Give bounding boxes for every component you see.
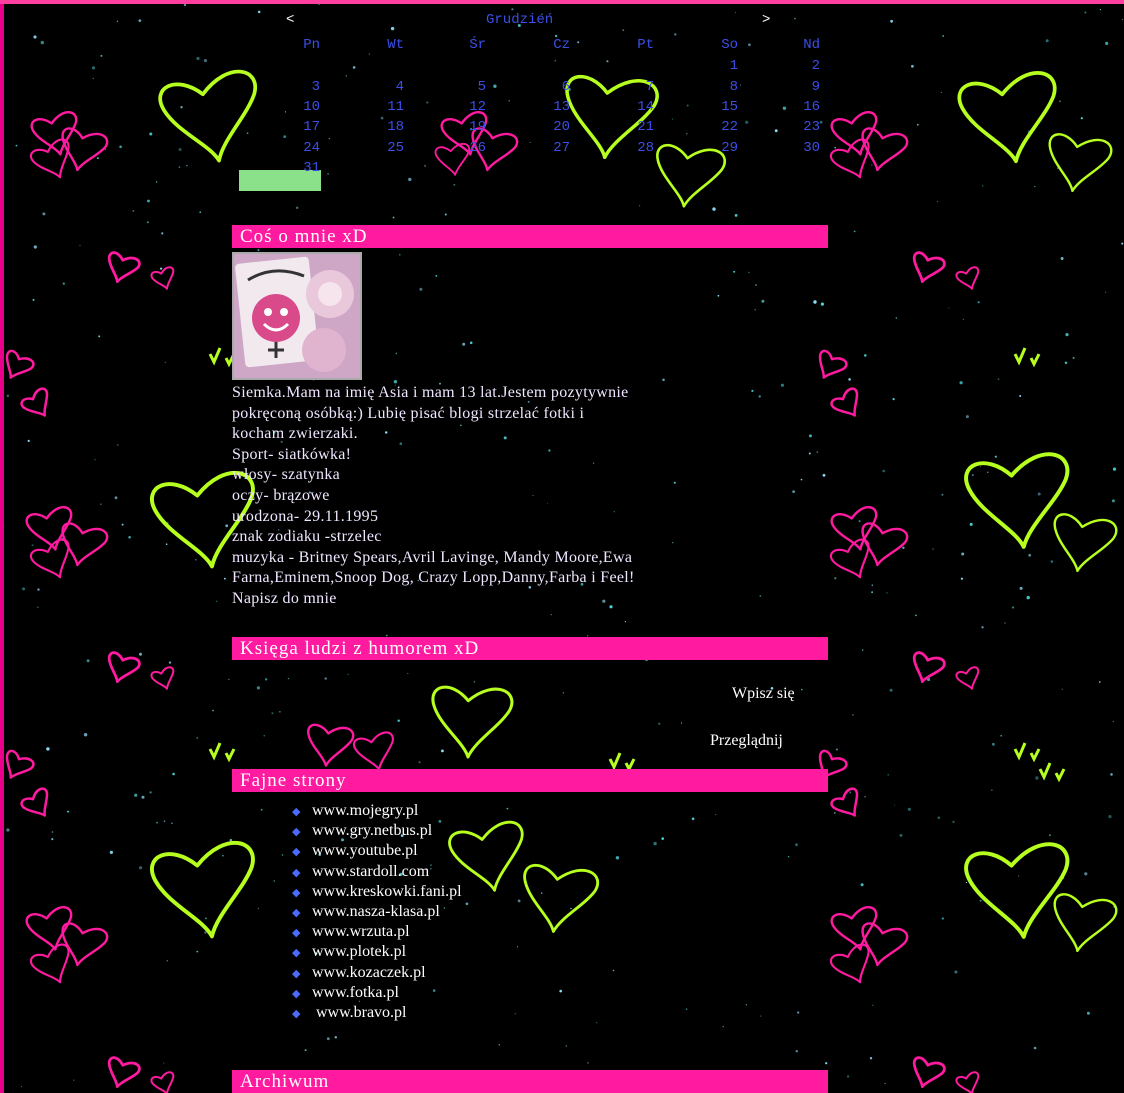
link-text[interactable]: www.gry.netbus.pl [312, 822, 432, 839]
calendar-day[interactable]: 9 [780, 79, 820, 95]
about-line: znak zodiaku -strzelec [232, 528, 382, 546]
about-line: Sport- siatkówka! [232, 445, 352, 463]
diamond-bullet-icon: ◆ [292, 906, 301, 919]
calendar-day[interactable]: 15 [698, 99, 738, 115]
calendar-day[interactable]: 13 [530, 99, 570, 115]
diamond-bullet-icon: ◆ [292, 1007, 301, 1020]
archive-section-title: Archiwum [232, 1070, 828, 1093]
about-line: kocham zwierzaki. [232, 425, 358, 443]
link-text[interactable]: www.plotek.pl [312, 943, 406, 960]
about-line: Farna,Eminem,Snoop Dog, Crazy Lopp,Danny… [232, 569, 635, 587]
contact-link[interactable]: Napisz do mnie [232, 589, 832, 610]
calendar-day[interactable]: 21 [614, 119, 654, 135]
link-text[interactable]: www.kreskowki.fani.pl [312, 883, 462, 900]
calendar-day[interactable]: 16 [780, 99, 820, 115]
link-text[interactable]: www.stardoll.com [312, 863, 429, 880]
calendar-day[interactable]: 17 [280, 119, 320, 135]
diamond-bullet-icon: ◆ [292, 947, 301, 960]
link-text[interactable]: www.mojegry.pl [312, 802, 418, 819]
links-section-title: Fajne strony [232, 769, 828, 792]
link-text[interactable]: www.fotka.pl [312, 984, 399, 1001]
calendar-day[interactable]: 18 [364, 119, 404, 135]
calendar-day[interactable]: 14 [614, 99, 654, 115]
diamond-bullet-icon: ◆ [292, 987, 301, 1000]
link-list-item[interactable]: ◆ www.kozaczek.pl [292, 964, 462, 984]
calendar-day[interactable]: 30 [780, 140, 820, 156]
calendar-day[interactable]: 1 [698, 58, 738, 74]
link-text[interactable]: www.nasza-klasa.pl [312, 903, 440, 920]
calendar-day[interactable]: 11 [364, 99, 404, 115]
link-text[interactable]: www.bravo.pl [312, 1004, 407, 1021]
calendar-day[interactable]: 12 [446, 99, 486, 115]
link-list-item[interactable]: ◆ www.bravo.pl [292, 1004, 462, 1024]
guestbook-section-title: Księga ludzi z humorem xD [232, 637, 828, 660]
link-list-item[interactable]: ◆ www.plotek.pl [292, 943, 462, 963]
calendar-day[interactable]: 7 [614, 79, 654, 95]
calendar-weekday-header: Cz [553, 37, 570, 53]
calendar-day[interactable]: 31 [280, 160, 320, 176]
diamond-bullet-icon: ◆ [292, 886, 301, 899]
diamond-bullet-icon: ◆ [292, 927, 301, 940]
calendar-next-button[interactable]: > [762, 12, 770, 28]
diamond-bullet-icon: ◆ [292, 846, 301, 859]
diamond-bullet-icon: ◆ [292, 967, 301, 980]
about-line: oczy- brązowe [232, 486, 330, 504]
calendar-day[interactable]: 25 [364, 140, 404, 156]
link-list-item[interactable]: ◆ www.youtube.pl [292, 842, 462, 862]
calendar-day[interactable]: 29 [698, 140, 738, 156]
calendar-day[interactable]: 3 [280, 79, 320, 95]
calendar-day[interactable]: 6 [530, 79, 570, 95]
links-list: ◆ www.mojegry.pl ◆ www.gry.netbus.pl ◆ www.yo… [292, 802, 462, 1024]
link-text[interactable]: www.wrzuta.pl [312, 923, 410, 940]
link-text[interactable]: www.youtube.pl [312, 842, 418, 859]
about-text: Siemka.Mam na imię Asia i mam 13 lat.Jes… [232, 383, 832, 610]
calendar-day[interactable]: 2 [780, 58, 820, 74]
calendar-day[interactable]: 26 [446, 140, 486, 156]
about-line: urodzona- 29.11.1995 [232, 507, 379, 525]
link-list-item[interactable]: ◆ www.stardoll.com [292, 863, 462, 883]
about-line: muzyka - Britney Spears,Avril Lavinge, M… [232, 548, 633, 566]
calendar-day[interactable]: 24 [280, 140, 320, 156]
calendar-day[interactable]: 4 [364, 79, 404, 95]
diamond-bullet-icon: ◆ [292, 826, 301, 839]
profile-avatar [232, 252, 362, 380]
calendar-day[interactable]: 23 [780, 119, 820, 135]
calendar-day[interactable]: 20 [530, 119, 570, 135]
calendar-weekday-header: Pt [637, 37, 654, 53]
link-list-item[interactable]: ◆ www.gry.netbus.pl [292, 822, 462, 842]
calendar-weekday-header: Wt [387, 37, 404, 53]
calendar-day[interactable]: 27 [530, 140, 570, 156]
about-line: pokręconą osóbką:) Lubię pisać blogi str… [232, 404, 585, 422]
calendar-day[interactable]: 22 [698, 119, 738, 135]
diamond-bullet-icon: ◆ [292, 866, 301, 879]
guestbook-sign-link[interactable]: Wpisz się [732, 685, 795, 703]
calendar-prev-button[interactable]: < [286, 12, 294, 28]
link-list-item[interactable]: ◆ www.mojegry.pl [292, 802, 462, 822]
calendar-day[interactable]: 28 [614, 140, 654, 156]
about-line: włosy- szatynka [232, 466, 341, 484]
about-line: Siemka.Mam na imię Asia i mam 13 lat.Jes… [232, 384, 629, 401]
calendar-day[interactable]: 8 [698, 79, 738, 95]
blog-page: < Grudzień > Pn Wt Śr Cz Pt So Nd 1 2 3 4 5 6 7 8 9 10 11… [0, 4, 1124, 1093]
guestbook-browse-link[interactable]: Przeglądnij [710, 732, 783, 750]
link-list-item[interactable]: ◆ www.kreskowki.fani.pl [292, 883, 462, 903]
calendar-day[interactable]: 19 [446, 119, 486, 135]
about-section-title: Coś o mnie xD [232, 225, 828, 248]
calendar-weekday-header: Pn [303, 37, 320, 53]
calendar-month[interactable]: Grudzień [486, 12, 553, 28]
calendar-day[interactable]: 5 [446, 79, 486, 95]
diamond-bullet-icon: ◆ [292, 806, 301, 818]
calendar-day[interactable]: 10 [280, 99, 320, 115]
link-list-item[interactable]: ◆ www.fotka.pl [292, 984, 462, 1004]
calendar-weekday-header: So [721, 37, 738, 53]
link-list-item[interactable]: ◆ www.nasza-klasa.pl [292, 903, 462, 923]
link-text[interactable]: www.kozaczek.pl [312, 964, 426, 981]
calendar-weekday-header: Nd [803, 37, 820, 53]
calendar-weekday-header: Śr [469, 37, 486, 53]
link-list-item[interactable]: ◆ www.wrzuta.pl [292, 923, 462, 943]
